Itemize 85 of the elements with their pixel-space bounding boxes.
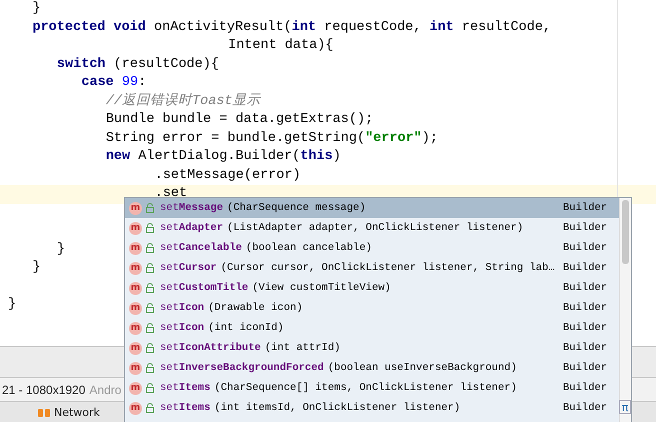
lock-icon: [146, 263, 154, 273]
method-icon: m: [129, 342, 142, 354]
completion-item[interactable]: m setMessage (CharSequence message) Builder: [125, 198, 619, 218]
method-icon: m: [129, 322, 142, 334]
method-icon: m: [129, 202, 142, 214]
code-line: }: [56, 240, 66, 258]
method-icon: m: [129, 222, 142, 234]
method-name: setInverseBackgroundForced: [160, 362, 324, 374]
method-params: (Drawable icon): [208, 302, 304, 314]
completion-item[interactable]: m setCursor (Cursor cursor, OnClickListener listener, String lab… Builder: [125, 258, 619, 278]
method-name: setCancelable: [160, 242, 242, 254]
lock-icon: [146, 283, 154, 293]
network-icon: [38, 408, 50, 418]
method-params: (int itemsId, OnClickListener listener): [214, 402, 462, 414]
code-line: String error = bundle.getString("error");: [104, 130, 438, 148]
method-icon: m: [129, 362, 142, 374]
code-line: switch (resultCode){: [56, 56, 219, 74]
method-icon: m: [129, 282, 142, 294]
code-line: protected void onActivityResult(int requestCode, int resultCode,: [31, 18, 552, 36]
popup-corner-button[interactable]: π: [619, 400, 631, 414]
completion-item[interactable]: m setItems (CharSequence[] items, OnClickListener listener) Builder: [125, 378, 619, 398]
method-name: setIcon: [160, 322, 204, 334]
code-line: //返回错误时Toast显示: [104, 92, 261, 110]
return-type: Builder: [563, 362, 608, 374]
lock-icon: [146, 403, 154, 413]
return-type: Builder: [563, 322, 608, 334]
code-line: }: [7, 296, 16, 314]
method-name: setMessage: [160, 202, 224, 214]
method-params: (int iconId): [208, 322, 285, 334]
method-params: (View customTitleView): [252, 282, 392, 294]
method-name: setIconAttribute: [160, 342, 261, 354]
lock-icon: [146, 383, 154, 393]
return-type: Builder: [563, 242, 608, 254]
return-type: Builder: [563, 302, 608, 314]
code-line: Bundle bundle = data.getExtras();: [104, 111, 374, 129]
completion-item[interactable]: m setAdapter (ListAdapter adapter, OnClickListener listener) Builder: [125, 218, 619, 238]
scrollbar[interactable]: [619, 198, 631, 422]
method-name: setAdapter: [160, 222, 224, 234]
completion-item[interactable]: m setIconAttribute (int attrId) Builder: [125, 338, 619, 358]
method-icon: m: [129, 262, 142, 274]
method-name: setItems: [160, 382, 210, 394]
code-line: Intent data){: [227, 37, 334, 55]
lock-icon: [146, 303, 154, 313]
return-type: Builder: [563, 202, 608, 214]
method-icon: m: [129, 402, 142, 414]
method-name: setCursor: [160, 262, 217, 274]
lock-icon: [146, 223, 154, 233]
lock-icon: [146, 243, 154, 253]
completion-item[interactable]: m setItems (int itemsId, OnClickListener listener) Builder: [125, 398, 619, 418]
method-params: (Cursor cursor, OnClickListener listener, String lab…: [220, 262, 556, 274]
return-type: Builder: [563, 402, 608, 414]
platform-label: Andro: [89, 382, 122, 396]
code-line: }: [31, 0, 41, 18]
method-icon: m: [129, 242, 142, 254]
completion-item[interactable]: m setInverseBackgroundForced (boolean useInverseBackground) Builder: [125, 358, 619, 378]
completion-item[interactable]: m setCancelable (boolean cancelable) Builder: [125, 238, 619, 258]
code-line: case 99:: [80, 74, 146, 92]
return-type: Builder: [563, 382, 608, 394]
completion-item[interactable]: m setIcon (int iconId) Builder: [125, 318, 619, 338]
method-params: (CharSequence message): [227, 202, 367, 214]
return-type: Builder: [563, 342, 608, 354]
lock-icon: [146, 363, 154, 373]
code-line: new AlertDialog.Builder(this): [104, 148, 341, 166]
code-line: }: [31, 259, 41, 277]
method-name: setCustomTitle: [160, 282, 248, 294]
lock-icon: [146, 343, 154, 353]
return-type: Builder: [563, 282, 608, 294]
completion-item[interactable]: m setIcon (Drawable icon) Builder: [125, 298, 619, 318]
return-type: Builder: [563, 262, 608, 274]
method-params: (int attrId): [264, 342, 342, 354]
lock-icon: [146, 203, 154, 213]
method-icon: m: [129, 382, 142, 394]
method-name: setItems: [160, 402, 210, 414]
device-label: 21 - 1080x1920: [2, 382, 86, 396]
method-params: (boolean useInverseBackground): [328, 362, 518, 374]
method-name: setIcon: [160, 302, 204, 314]
code-line: .setMessage(error): [154, 166, 301, 184]
method-params: (boolean cancelable): [246, 242, 373, 254]
completion-item[interactable]: m setCustomTitle (View customTitleView) Builder: [125, 278, 619, 298]
method-icon: m: [129, 302, 142, 314]
return-type: Builder: [563, 222, 608, 234]
tool-tab[interactable]: Network: [38, 406, 100, 419]
method-params: (ListAdapter adapter, OnClickListener listener): [227, 222, 524, 234]
lock-icon: [146, 323, 154, 333]
method-params: (CharSequence[] items, OnClickListener listener): [214, 382, 518, 394]
